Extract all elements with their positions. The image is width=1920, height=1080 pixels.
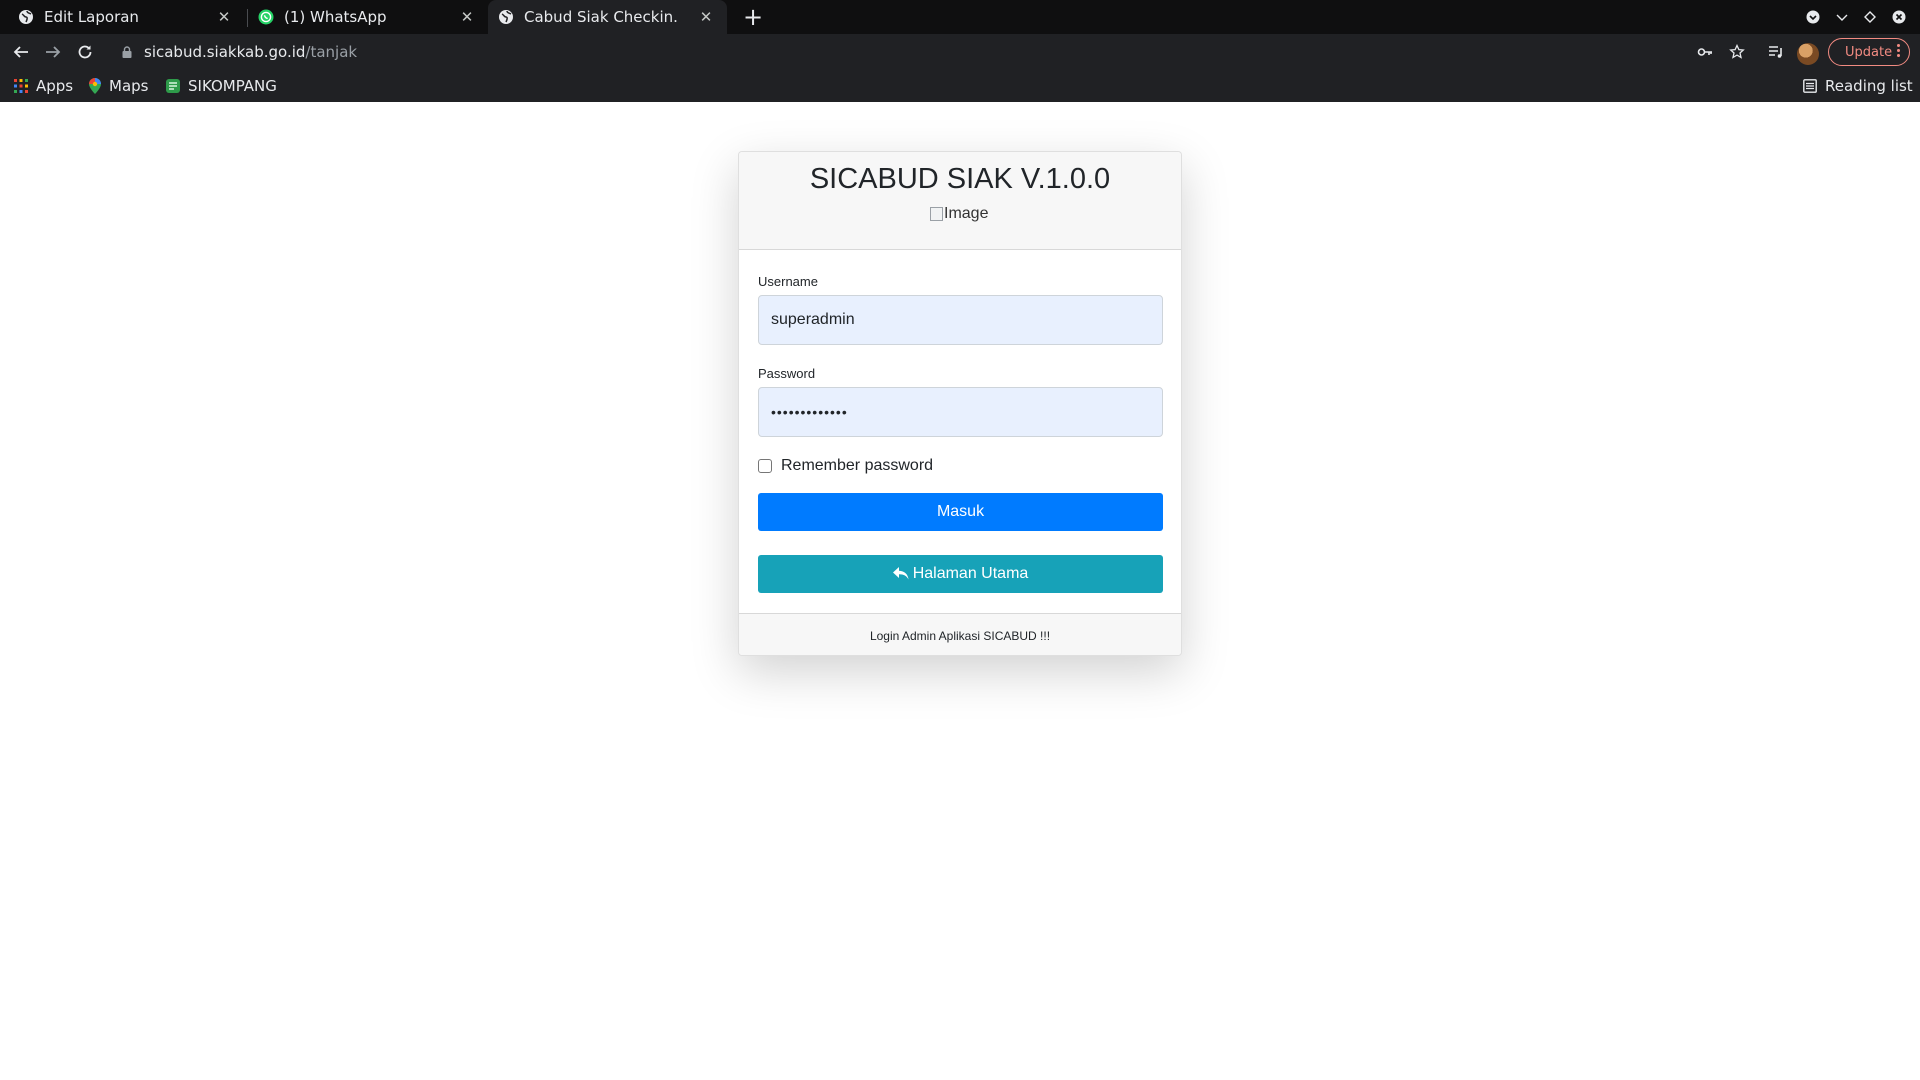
password-input[interactable]: ••••••••••••• xyxy=(758,387,1163,437)
close-tab-icon[interactable]: ✕ xyxy=(697,8,715,26)
back-button[interactable] xyxy=(6,37,36,67)
reading-list-button[interactable]: Reading list xyxy=(1803,70,1913,102)
apps-grid-icon xyxy=(14,79,28,93)
new-tab-button[interactable]: + xyxy=(738,2,768,32)
minimize-icon[interactable] xyxy=(1831,0,1853,34)
browser-chrome: Edit Laporan ✕ (1) WhatsApp ✕ Cabud Siak… xyxy=(0,0,1920,102)
browser-toolbar: sicabud.siakkab.go.id/tanjak Update xyxy=(0,34,1920,70)
reading-list-icon xyxy=(1803,79,1817,93)
reload-button[interactable] xyxy=(70,37,100,67)
image-alt-text: Image xyxy=(944,205,989,222)
back-arrow-icon xyxy=(13,46,28,58)
bookmark-star-icon[interactable] xyxy=(1722,37,1752,67)
reply-arrow-icon xyxy=(892,567,909,580)
remember-row: Remember password xyxy=(758,457,933,475)
password-key-icon[interactable] xyxy=(1690,37,1720,67)
bookmark-maps[interactable]: Maps xyxy=(89,70,148,102)
broken-image-icon xyxy=(930,207,943,221)
address-bar[interactable]: sicabud.siakkab.go.id/tanjak xyxy=(108,36,1680,68)
tab-cabud-siak[interactable]: Cabud Siak Checkin. ✕ xyxy=(488,0,727,34)
remember-label[interactable]: Remember password xyxy=(781,457,933,475)
media-queue-icon[interactable] xyxy=(1761,37,1791,67)
close-tab-icon[interactable]: ✕ xyxy=(458,8,476,26)
update-button[interactable]: Update xyxy=(1828,38,1910,66)
username-label: Username xyxy=(758,274,818,289)
profile-avatar[interactable] xyxy=(1797,43,1819,65)
close-tab-icon[interactable]: ✕ xyxy=(215,8,233,26)
tab-whatsapp[interactable]: (1) WhatsApp ✕ xyxy=(248,0,488,34)
forward-button[interactable] xyxy=(38,37,68,67)
bookmark-label: Maps xyxy=(109,77,149,95)
username-value: superadmin xyxy=(771,311,855,328)
app-title: SICABUD SIAK V.1.0.0 xyxy=(809,163,1111,195)
logo-image: Image xyxy=(930,205,988,223)
reading-list-label: Reading list xyxy=(1825,77,1913,95)
card-footer: Login Admin Aplikasi SICABUD !!! xyxy=(739,613,1181,655)
maps-pin-icon xyxy=(89,78,101,94)
close-window-icon[interactable] xyxy=(1888,0,1910,34)
submit-label: Masuk xyxy=(936,503,985,520)
bookmark-favicon-icon xyxy=(166,79,180,93)
bookmark-label: Apps xyxy=(36,77,74,95)
tab-title: Edit Laporan xyxy=(44,8,139,26)
url-host: sicabud.siakkab.go.id xyxy=(144,43,306,61)
footer-text: Login Admin Aplikasi SICABUD !!! xyxy=(869,628,1051,643)
menu-dots-icon xyxy=(1897,44,1901,59)
whatsapp-icon xyxy=(258,9,274,25)
tab-title: Cabud Siak Checkin. xyxy=(524,8,678,26)
username-input[interactable]: superadmin xyxy=(758,295,1163,345)
bookmark-apps[interactable]: Apps xyxy=(14,70,73,102)
tab-search-icon[interactable] xyxy=(1802,0,1824,34)
card-header: SICABUD SIAK V.1.0.0 Image xyxy=(739,152,1181,250)
reload-icon xyxy=(78,45,92,59)
password-label: Password xyxy=(758,366,816,381)
tab-strip: Edit Laporan ✕ (1) WhatsApp ✕ Cabud Siak… xyxy=(0,0,1920,34)
home-label: Halaman Utama xyxy=(912,565,1029,582)
login-submit-button[interactable]: Masuk xyxy=(758,493,1163,531)
tab-title: (1) WhatsApp xyxy=(284,8,387,26)
globe-icon xyxy=(499,10,513,24)
update-label: Update xyxy=(1845,44,1893,60)
home-page-button[interactable]: Halaman Utama xyxy=(758,555,1163,593)
bookmark-sikompang[interactable]: SIKOMPANG xyxy=(166,70,277,102)
lock-icon xyxy=(122,46,132,58)
password-value: ••••••••••••• xyxy=(771,404,848,420)
url-path: /tanjak xyxy=(305,43,358,61)
maximize-icon[interactable] xyxy=(1859,0,1881,34)
tab-edit-laporan[interactable]: Edit Laporan ✕ xyxy=(0,0,245,34)
forward-arrow-icon xyxy=(46,46,61,58)
bookmarks-bar: Apps Maps SIKOMPANG Reading list xyxy=(0,70,1920,102)
bookmark-label: SIKOMPANG xyxy=(188,77,277,95)
globe-icon xyxy=(19,10,33,24)
remember-checkbox[interactable] xyxy=(758,459,772,473)
login-card: SICABUD SIAK V.1.0.0 Image Username supe… xyxy=(738,151,1182,656)
